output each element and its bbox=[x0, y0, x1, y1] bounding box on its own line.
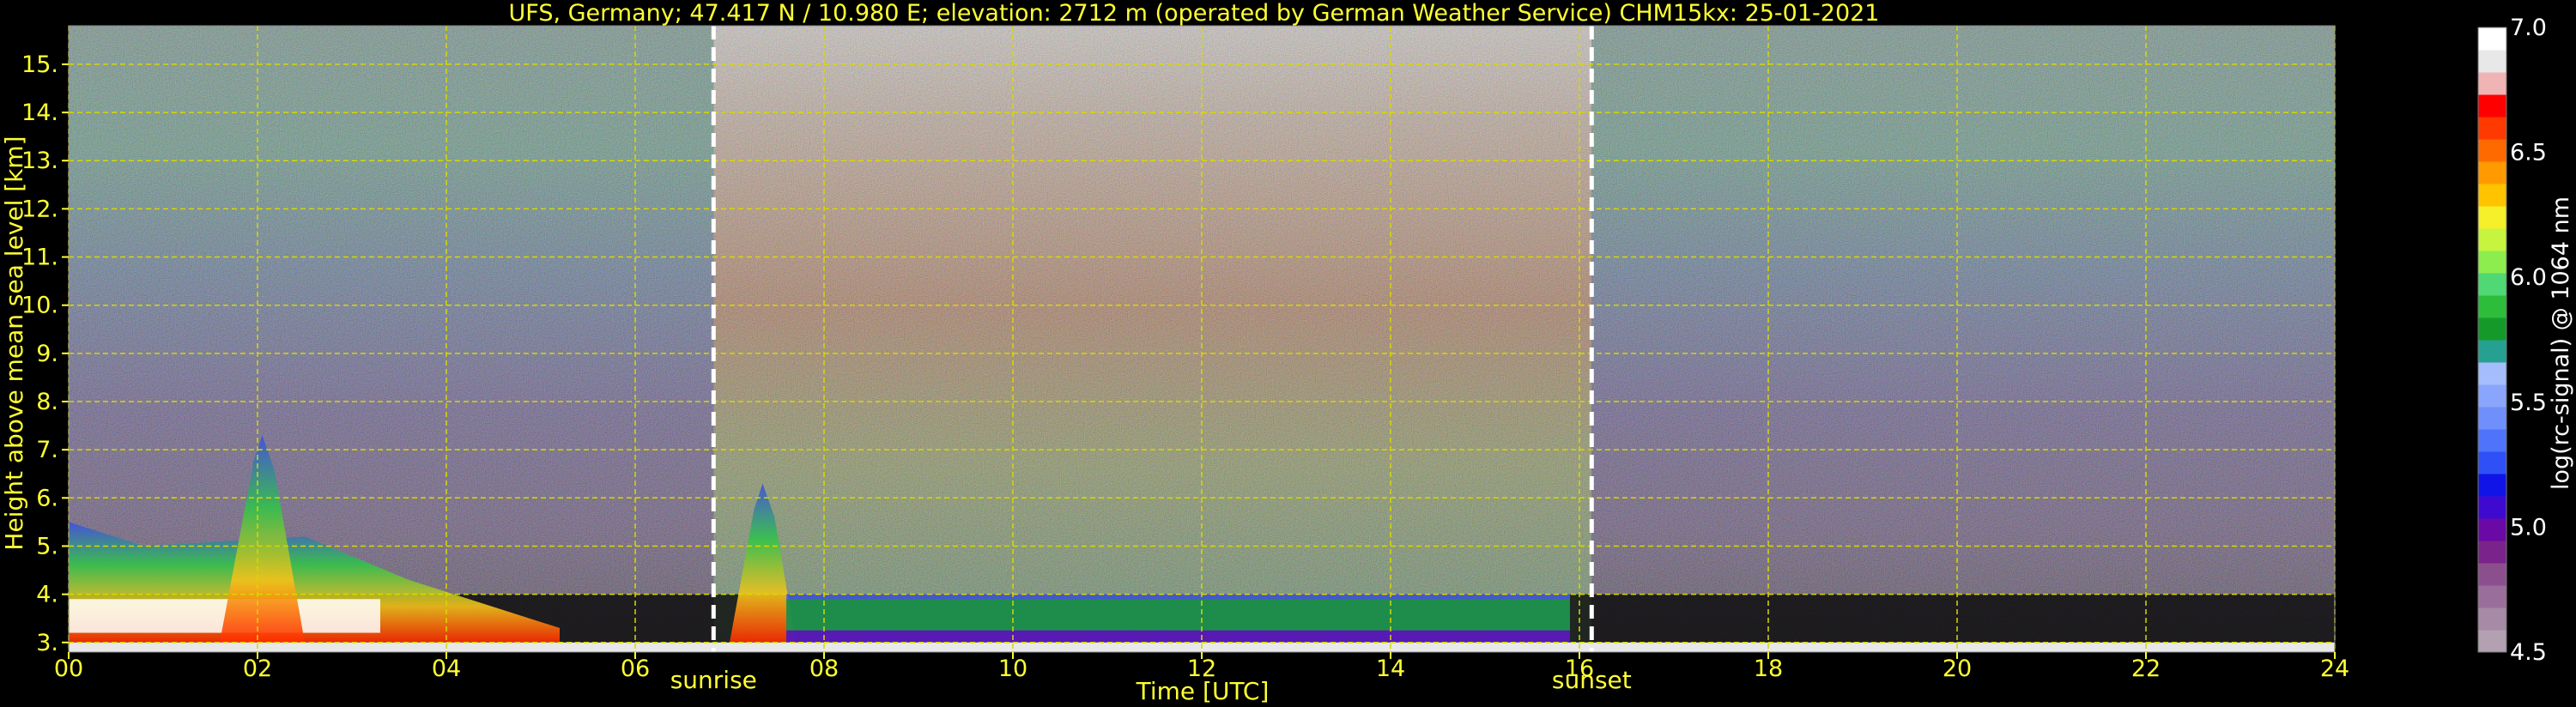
y-tick-label: 14. bbox=[21, 100, 58, 126]
colorbar-tick-label: 6.5 bbox=[2510, 140, 2547, 166]
y-tick-label: 3. bbox=[36, 630, 58, 656]
y-tick-label: 15. bbox=[21, 51, 58, 78]
colorbar-band bbox=[2478, 161, 2506, 184]
colorbar: 4.5 5.0 5.5 6.0 6.5 7.0 log(rc-signal) @ 1064… bbox=[2477, 15, 2574, 666]
colorbar-band bbox=[2478, 206, 2506, 229]
colorbar-band bbox=[2478, 273, 2506, 296]
colorbar-band bbox=[2478, 407, 2506, 430]
x-tick-label: 18 bbox=[1754, 656, 1783, 682]
colorbar-bands bbox=[2478, 27, 2506, 653]
colorbar-band bbox=[2478, 184, 2506, 207]
boundary-layer-base bbox=[786, 630, 1570, 643]
sunrise-label: sunrise bbox=[670, 666, 757, 694]
colorbar-band bbox=[2478, 518, 2506, 541]
x-tick-label: 06 bbox=[621, 656, 650, 682]
colorbar-band bbox=[2478, 541, 2506, 564]
colorbar-band bbox=[2478, 117, 2506, 140]
colorbar-tick-labels: 4.5 5.0 5.5 6.0 6.5 7.0 bbox=[2510, 15, 2547, 666]
y-tick-label: 4. bbox=[36, 582, 58, 608]
x-tick-label: 24 bbox=[2320, 656, 2349, 682]
colorbar-band bbox=[2478, 474, 2506, 497]
y-tick-labels: 3.4.5.6.7.8.9.10.11.12.13.14.15. bbox=[21, 51, 69, 656]
y-axis-label: Height above mean sea level [km] bbox=[0, 136, 28, 550]
y-tick-label: 6. bbox=[36, 485, 58, 511]
colorbar-band bbox=[2478, 317, 2506, 341]
y-tick-label: 5. bbox=[36, 533, 58, 559]
colorbar-tick-label: 4.5 bbox=[2510, 639, 2547, 666]
colorbar-band bbox=[2478, 429, 2506, 452]
sunset-label: sunset bbox=[1552, 666, 1632, 694]
colorbar-band bbox=[2478, 362, 2506, 385]
colorbar-tick-label: 7.0 bbox=[2510, 15, 2547, 41]
colorbar-label: log(rc-signal) @ 1064 nm bbox=[2548, 196, 2574, 490]
colorbar-band bbox=[2478, 139, 2506, 162]
x-tick-label: 14 bbox=[1376, 656, 1405, 682]
x-tick-label: 04 bbox=[432, 656, 461, 682]
colorbar-band bbox=[2478, 50, 2506, 73]
y-tick-label: 7. bbox=[36, 437, 58, 463]
x-tick-label: 00 bbox=[54, 656, 83, 682]
colorbar-band bbox=[2478, 496, 2506, 519]
y-tick-label: 8. bbox=[36, 389, 58, 415]
colorbar-band bbox=[2478, 72, 2506, 95]
x-tick-label: 10 bbox=[998, 656, 1027, 682]
colorbar-band bbox=[2478, 451, 2506, 474]
colorbar-band bbox=[2478, 94, 2506, 118]
colorbar-band bbox=[2478, 585, 2506, 608]
colorbar-band bbox=[2478, 27, 2506, 51]
plot-area bbox=[68, 25, 2336, 653]
colorbar-tick-label: 5.0 bbox=[2510, 514, 2547, 541]
colorbar-band bbox=[2478, 384, 2506, 408]
colorbar-band bbox=[2478, 251, 2506, 274]
colorbar-band bbox=[2478, 630, 2506, 653]
colorbar-band bbox=[2478, 340, 2506, 363]
colorbar-band bbox=[2478, 295, 2506, 318]
boundary-layer-core bbox=[786, 599, 1570, 631]
x-tick-label: 08 bbox=[809, 656, 839, 682]
chart-title: UFS, Germany; 47.417 N / 10.980 E; eleva… bbox=[509, 0, 1880, 27]
colorbar-tick-label: 6.0 bbox=[2510, 264, 2547, 291]
colorbar-band bbox=[2478, 607, 2506, 631]
ceilometer-chart: 00 02 04 06 08 10 12 14 16 18 20 22 24 3.4.5.6.7.8.9… bbox=[0, 0, 2574, 705]
y-tick-label: 9. bbox=[36, 341, 58, 367]
x-tick-label: 20 bbox=[1943, 656, 1972, 682]
colorbar-band bbox=[2478, 228, 2506, 251]
x-tick-label: 02 bbox=[243, 656, 272, 682]
x-tick-label: 22 bbox=[2131, 656, 2161, 682]
colorbar-band bbox=[2478, 563, 2506, 586]
x-axis-label: Time [UTC] bbox=[1136, 677, 1270, 705]
colorbar-tick-label: 5.5 bbox=[2510, 390, 2547, 416]
